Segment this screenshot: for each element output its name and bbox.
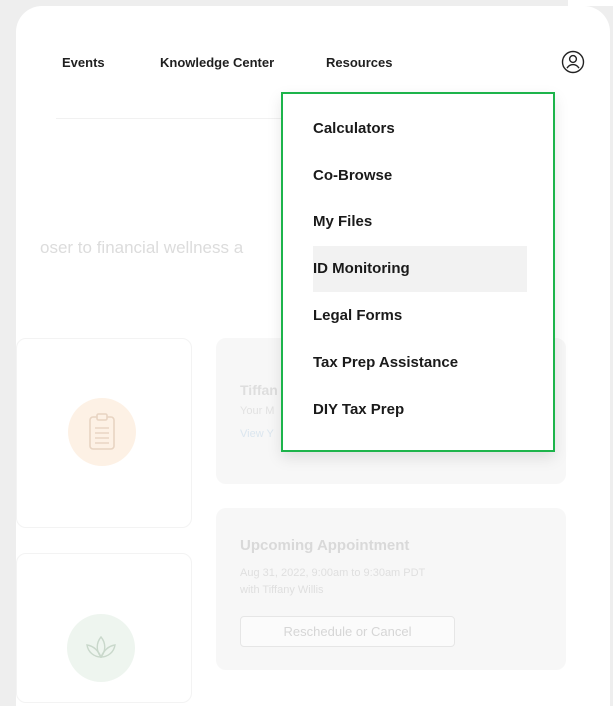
menu-item-label: Co-Browse	[313, 167, 393, 184]
lotus-icon	[86, 635, 116, 659]
menu-item-id-monitoring[interactable]: ID Monitoring	[313, 246, 527, 292]
reschedule-button[interactable]: Reschedule or Cancel	[240, 616, 455, 647]
menu-item-label: DIY Tax Prep	[313, 401, 405, 418]
menu-item-co-browse[interactable]: Co-Browse	[313, 153, 527, 199]
menu-item-diy-tax-prep[interactable]: DIY Tax Prep	[313, 387, 527, 433]
clipboard-icon	[89, 413, 115, 450]
menu-item-label: Tax Prep Assistance	[313, 354, 459, 371]
appointment-with: with Tiffany Willis	[240, 584, 324, 596]
menu-item-label: Legal Forms	[313, 307, 403, 324]
user-circle-icon[interactable]	[561, 50, 585, 74]
menu-item-label: Calculators	[313, 120, 395, 137]
resources-dropdown: Calculators Co-Browse My Files ID Monito…	[281, 92, 555, 452]
advisor-link[interactable]: View Y	[240, 428, 274, 440]
advisor-name: Tiffan	[240, 382, 278, 398]
nav-resources[interactable]: Resources	[326, 55, 392, 70]
appointment-datetime: Aug 31, 2022, 9:00am to 9:30am PDT	[240, 567, 426, 579]
menu-item-my-files[interactable]: My Files	[313, 199, 527, 245]
appointment-title: Upcoming Appointment	[240, 537, 410, 554]
advisor-role: Your M	[240, 405, 275, 417]
menu-item-label: ID Monitoring	[313, 260, 410, 277]
menu-item-tax-prep-assistance[interactable]: Tax Prep Assistance	[313, 340, 527, 386]
nav-events[interactable]: Events	[62, 55, 105, 70]
menu-item-calculators[interactable]: Calculators	[313, 106, 527, 152]
menu-item-legal-forms[interactable]: Legal Forms	[313, 293, 527, 339]
menu-item-label: My Files	[313, 213, 373, 230]
hero-tagline: oser to financial wellness a	[40, 238, 244, 257]
nav-knowledge-center[interactable]: Knowledge Center	[160, 55, 274, 70]
